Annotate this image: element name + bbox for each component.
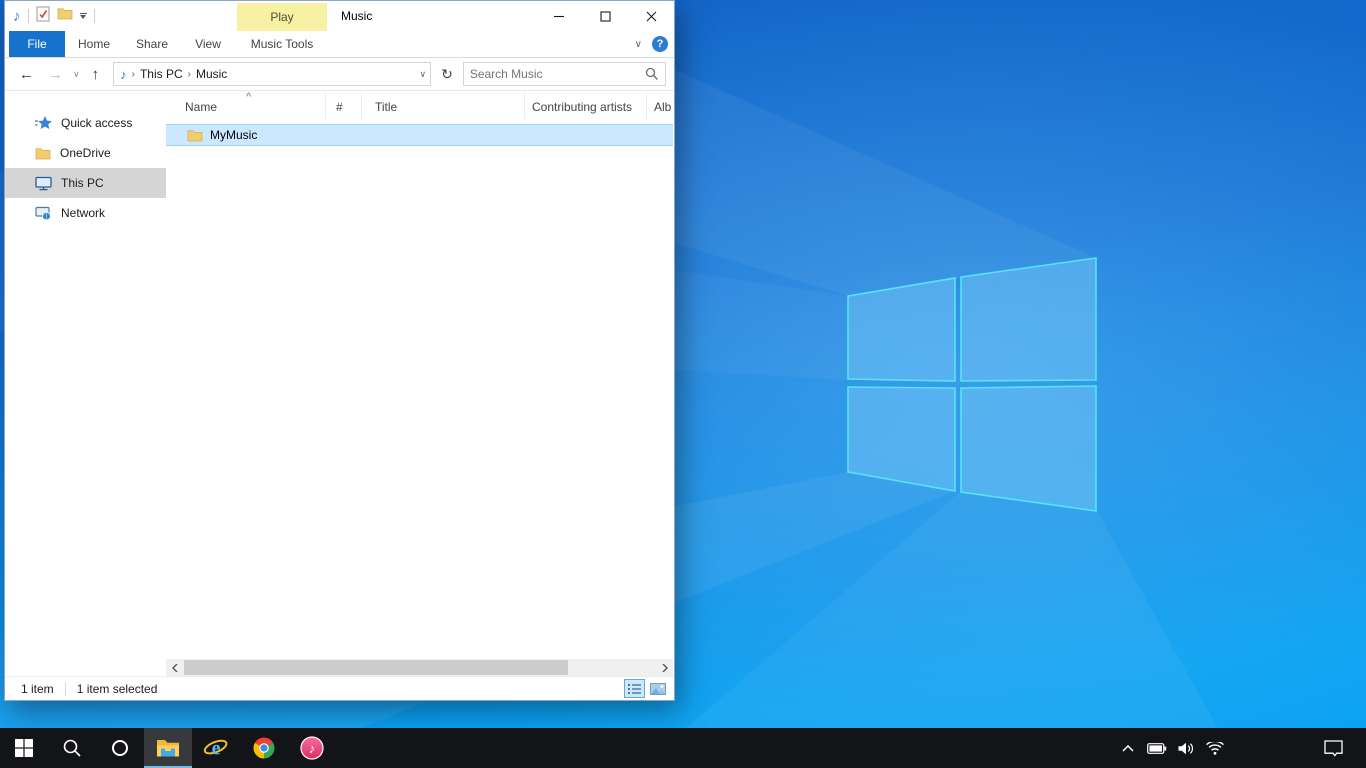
sidebar-item-this-pc[interactable]: This PC	[5, 168, 166, 198]
sidebar-item-network[interactable]: Network	[5, 198, 166, 228]
svg-text:♪: ♪	[309, 741, 316, 756]
folder-icon	[187, 129, 203, 142]
breadcrumb-music[interactable]: Music	[196, 67, 227, 81]
action-center-icon	[1324, 740, 1343, 757]
hidden-icons-chevron-icon[interactable]	[1117, 728, 1139, 768]
battery-icon[interactable]	[1146, 728, 1168, 768]
large-icons-view-icon	[650, 683, 666, 695]
file-explorer-folder-icon	[156, 738, 180, 758]
breadcrumb-chevron-icon: ›	[132, 69, 135, 80]
sidebar-item-quick-access[interactable]: Quick access	[5, 108, 166, 138]
horizontal-scrollbar[interactable]	[166, 659, 673, 676]
itunes-button[interactable]: ♪	[288, 728, 336, 768]
caption-buttons	[536, 1, 674, 31]
start-button[interactable]	[0, 728, 48, 768]
search-icon	[62, 738, 82, 758]
tab-view[interactable]: View	[181, 31, 235, 57]
folder-icon	[35, 147, 51, 160]
properties-check-icon[interactable]	[36, 6, 50, 27]
column-header-album[interactable]: Alb	[647, 92, 673, 119]
tab-music-tools[interactable]: Music Tools	[237, 31, 327, 57]
taskbar: e ♪	[0, 728, 1366, 768]
scroll-right-arrow-icon[interactable]	[656, 659, 673, 676]
chrome-button[interactable]	[240, 728, 288, 768]
address-dropdown-chevron-icon[interactable]: ∨	[420, 69, 427, 80]
action-center-button[interactable]	[1312, 728, 1354, 768]
taskbar-file-explorer-button[interactable]	[144, 728, 192, 768]
system-tray	[1117, 728, 1226, 768]
svg-text:e: e	[212, 738, 221, 760]
wifi-icon[interactable]	[1204, 728, 1226, 768]
item-count: 1 item	[21, 682, 54, 696]
new-folder-icon[interactable]	[57, 7, 73, 25]
maximize-button[interactable]	[582, 1, 628, 31]
network-icon	[35, 206, 52, 221]
sidebar-item-label: Quick access	[61, 116, 132, 130]
file-explorer-window: ♪ Play Music	[4, 0, 675, 701]
tab-share[interactable]: Share	[123, 31, 181, 57]
music-note-icon: ♪	[120, 68, 127, 81]
quick-access-star-icon	[35, 115, 52, 131]
selection-count: 1 item selected	[77, 682, 158, 696]
search-icon[interactable]	[645, 67, 659, 81]
volume-icon[interactable]	[1175, 728, 1197, 768]
sidebar-item-label: OneDrive	[60, 146, 111, 160]
back-button[interactable]: ←	[19, 67, 34, 82]
navigation-pane: Quick access OneDrive This PC Network	[5, 92, 166, 659]
view-toggles	[624, 679, 668, 698]
expand-ribbon-chevron-icon[interactable]: ∨	[635, 39, 642, 50]
column-header-contributing-artists[interactable]: Contributing artists	[525, 92, 647, 119]
internet-explorer-button[interactable]: e	[192, 728, 240, 768]
separator	[65, 682, 66, 696]
breadcrumb-chevron-icon: ›	[188, 69, 191, 80]
large-icons-view-button[interactable]	[647, 679, 668, 698]
chrome-icon	[252, 736, 276, 760]
details-view-button[interactable]	[624, 679, 645, 698]
close-button[interactable]	[628, 1, 674, 31]
file-row-mymusic-selected[interactable]: MyMusic	[166, 124, 673, 146]
customize-qat-caret-icon[interactable]	[80, 13, 87, 20]
computer-monitor-icon	[35, 176, 52, 191]
sort-ascending-caret-icon: ^	[246, 92, 251, 103]
column-header-number[interactable]: #	[326, 92, 362, 119]
window-title: Music	[341, 1, 372, 31]
scroll-left-arrow-icon[interactable]	[166, 659, 183, 676]
music-note-icon: ♪	[13, 9, 21, 24]
address-bar[interactable]: ♪ › This PC › Music ∨	[113, 62, 431, 86]
title-bar: ♪ Play Music	[5, 1, 674, 31]
ie-icon: e	[203, 735, 229, 761]
separator	[94, 9, 95, 23]
file-name: MyMusic	[210, 128, 257, 142]
cortana-button[interactable]	[96, 728, 144, 768]
search-box	[463, 62, 666, 86]
cortana-ring-icon	[111, 739, 129, 757]
file-list-area: ^ Name # Title Contributing artists Alb …	[166, 92, 673, 659]
breadcrumb-this-pc[interactable]: This PC	[140, 67, 183, 81]
up-button[interactable]: ↑	[92, 67, 100, 82]
refresh-button[interactable]: ↻	[441, 66, 453, 83]
recent-locations-chevron-icon[interactable]: ∨	[73, 69, 80, 80]
quick-access-toolbar: ♪	[13, 1, 95, 31]
ribbon-tab-row: File Home Share View Music Tools ∨ ?	[5, 31, 674, 58]
contextual-tab-play[interactable]: Play	[237, 3, 327, 31]
column-headers: ^ Name # Title Contributing artists Alb	[166, 92, 673, 119]
sidebar-item-label: Network	[61, 206, 105, 220]
details-view-icon	[628, 683, 642, 695]
sidebar-item-onedrive[interactable]: OneDrive	[5, 138, 166, 168]
minimize-button[interactable]	[536, 1, 582, 31]
tab-home[interactable]: Home	[65, 31, 123, 57]
help-button[interactable]: ?	[652, 36, 668, 52]
itunes-icon: ♪	[300, 736, 324, 760]
separator	[28, 9, 29, 23]
forward-button[interactable]: →	[48, 67, 63, 82]
search-input[interactable]	[470, 67, 645, 81]
status-bar: 1 item 1 item selected	[5, 676, 674, 700]
navigation-bar: ← → ∨ ↑ ♪ › This PC › Music ∨ ↻	[5, 58, 674, 91]
tab-file[interactable]: File	[9, 31, 65, 57]
taskbar-search-button[interactable]	[48, 728, 96, 768]
scrollbar-thumb[interactable]	[184, 660, 568, 675]
sidebar-item-label: This PC	[61, 176, 104, 190]
windows-logo-icon	[15, 739, 33, 757]
column-header-title[interactable]: Title	[362, 92, 525, 119]
